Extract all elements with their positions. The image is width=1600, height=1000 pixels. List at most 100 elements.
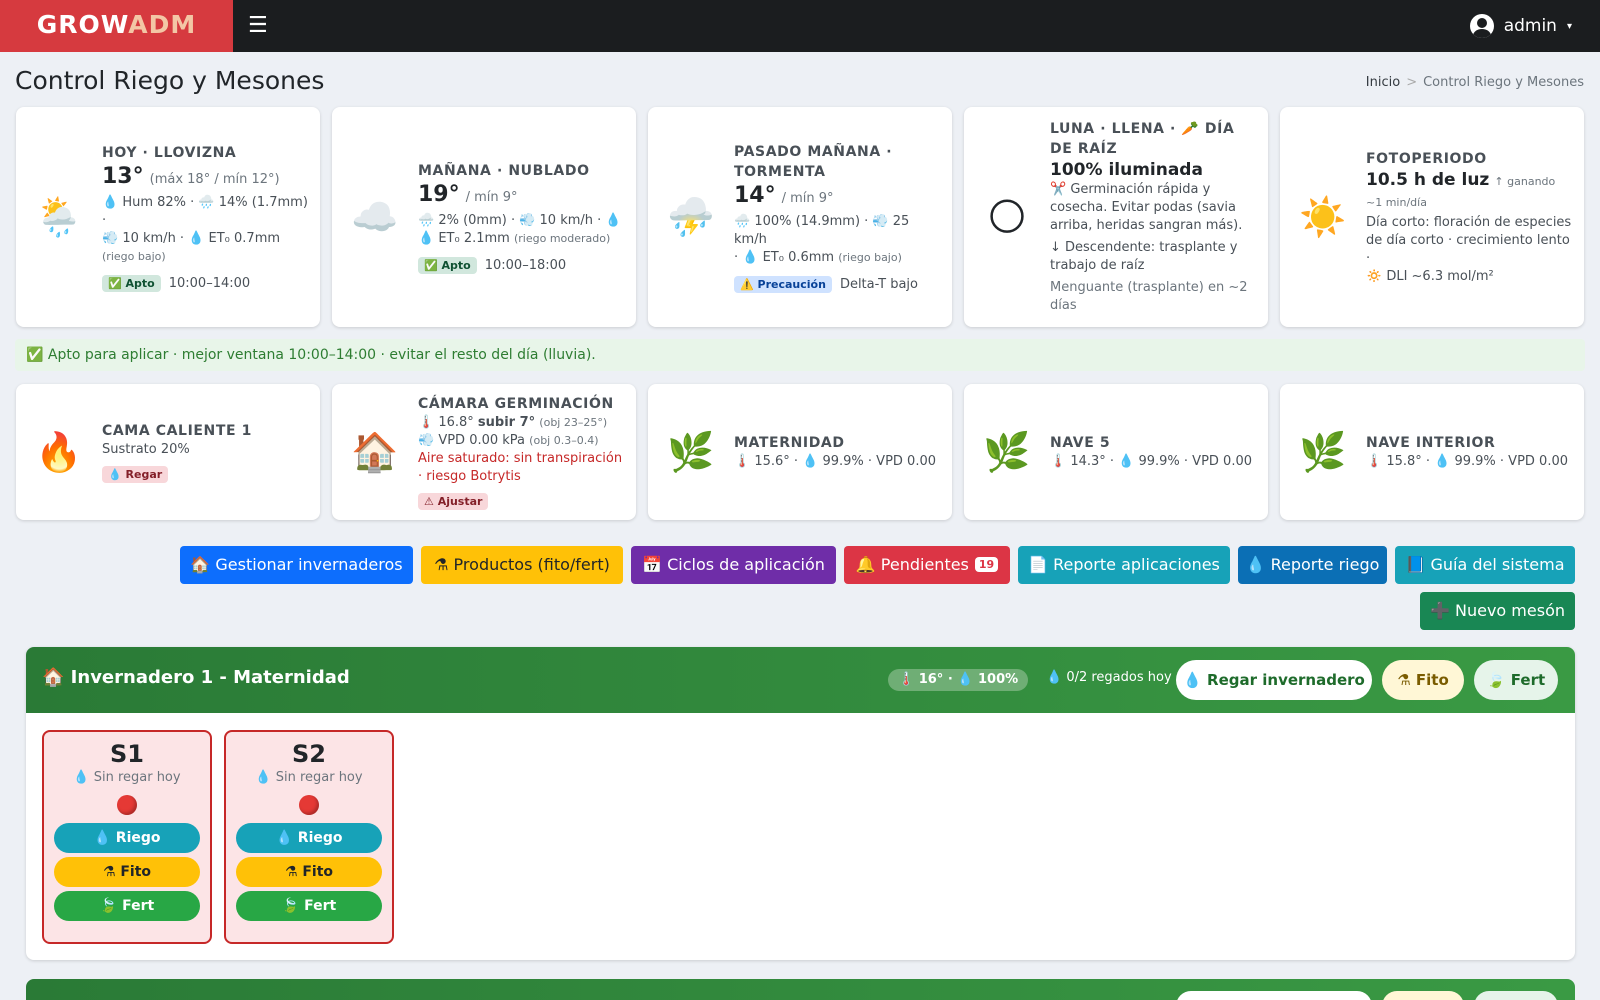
env-card-nave-interior: 🌿 NAVE INTERIOR 🌡️ 15.8° · 💧 99.9% · VPD… xyxy=(1280,384,1584,520)
reporte-aplicaciones-button[interactable]: 📄 Reporte aplicaciones xyxy=(1018,546,1230,584)
moon-line2: ↓ Descendente: trasplante y trabajo de r… xyxy=(1050,240,1238,273)
env-line: Sustrato 20% xyxy=(102,442,190,457)
weather-window: 10:00–18:00 xyxy=(484,257,567,273)
weather-card-tomorrow: ☁️ MAÑANA · NUBLADO 19° / mín 9° 🌧️ 2% (0… xyxy=(332,107,636,327)
chevron-down-icon: ▾ xyxy=(1566,20,1572,32)
weather-line1: 🌧️ 2% (0mm) · 💨 10 km/h · 💧 xyxy=(418,212,622,228)
bed-riego-button[interactable]: 💧 Riego xyxy=(54,823,200,853)
leaf-icon: 🌿 xyxy=(1299,429,1347,474)
regar-invernadero-button[interactable]: 💧 Regar invernadero xyxy=(1176,660,1372,700)
weather-card-day-after: ⛈️ PASADO MAÑANA · TORMENTA 14° / mín 9° … xyxy=(648,107,952,327)
application-alert: ✅ Apto para aplicar · mejor ventana 10:0… xyxy=(15,339,1585,371)
weather-note: (riego moderado) xyxy=(513,231,611,245)
bed-status: 💧 Sin regar hoy xyxy=(255,770,363,785)
pendientes-button[interactable]: 🔔 Pendientes 19 xyxy=(844,546,1010,584)
bed-fito-button[interactable]: ⚗ Fito xyxy=(54,857,200,887)
greenhouse-panel: 🏠 Invernadero 1 - Maternidad 🌡️ 16° · 💧 … xyxy=(26,647,1575,960)
moon-line1: ✂️ Germinación rápida y cosecha. Evitar … xyxy=(1050,182,1243,233)
greenhouse-env-pill: 🌡️ 16° · 💧 100% xyxy=(888,669,1029,691)
user-menu[interactable]: admin ▾ xyxy=(1469,13,1572,39)
hamburger-menu-icon[interactable]: ☰ xyxy=(248,13,270,39)
weather-window: Delta-T bajo xyxy=(839,276,918,292)
weather-line1: 💧 Hum 82% · 🌧️ 14% (1.7mm) · xyxy=(102,194,308,228)
top-navbar: GROWADM ☰ admin ▾ xyxy=(0,0,1600,52)
bed-fert-button[interactable]: 🍃 Fert xyxy=(236,891,382,921)
full-moon-icon: 🌕 xyxy=(987,195,1027,239)
env-temp: 🌡️ 16.8° xyxy=(418,415,474,430)
fire-icon: 🔥 xyxy=(35,429,83,474)
breadcrumb-home[interactable]: Inicio xyxy=(1366,75,1400,90)
productos-button[interactable]: ⚗ Productos (fito/fert) xyxy=(421,546,623,584)
env-vpd-target: (obj 0.3–0.4) xyxy=(529,434,599,447)
weather-note: (riego bajo) xyxy=(102,249,166,263)
greenhouse-fito-button[interactable]: ⚗ Fito xyxy=(1382,660,1464,700)
ajustar-badge: ⚠ Ajustar xyxy=(418,493,489,510)
guia-sistema-button[interactable]: 📘 Guía del sistema xyxy=(1395,546,1575,584)
env-label: NAVE 5 xyxy=(1050,435,1111,451)
gestionar-invernaderos-button[interactable]: 🏠 Gestionar invernaderos xyxy=(180,546,413,584)
drizzle-icon: 🌦️ xyxy=(35,194,83,239)
bed-card-s2: S2 💧 Sin regar hoy 💧 Riego ⚗ Fito 🍃 Fert xyxy=(224,730,394,944)
red-status-dot-icon xyxy=(117,795,137,815)
weather-line2: · 💧 ET₀ 0.6mm xyxy=(734,249,835,265)
breadcrumb-separator: > xyxy=(1406,75,1418,90)
env-line: 🌡️ 14.3° · 💧 99.9% · VPD 0.00 xyxy=(1050,454,1252,469)
bed-fert-button[interactable]: 🍃 Fert xyxy=(54,891,200,921)
pendientes-label: 🔔 Pendientes xyxy=(855,555,969,574)
fert-button-2[interactable] xyxy=(1474,991,1558,1000)
env-card-nave-5: 🌿 NAVE 5 🌡️ 14.3° · 💧 99.9% · VPD 0.00 xyxy=(964,384,1268,520)
cloud-icon: ☁️ xyxy=(351,194,399,239)
weather-label: HOY · LLOVIZNA xyxy=(102,144,237,161)
env-temp-target: (obj 23–25°) xyxy=(539,416,608,429)
weather-label: MAÑANA · NUBLADO xyxy=(418,162,590,179)
regados-count: 💧 0/2 regados hoy xyxy=(1046,670,1172,685)
env-card-camara-germinacion: 🏠 CÁMARA GERMINACIÓN 🌡️ 16.8° subir 7° (… xyxy=(332,384,636,520)
greenhouse-fert-button[interactable]: 🍃 Fert xyxy=(1474,660,1558,700)
photoperiod-line1: Día corto: floración de especies de día … xyxy=(1366,214,1572,266)
greenhouse-title: 🏠 Invernadero 1 - Maternidad xyxy=(42,667,350,688)
apto-badge: ✅ Apto xyxy=(418,256,477,274)
brand-part2: ADM xyxy=(128,10,197,39)
precaucion-badge: ⚠️ Precaución xyxy=(734,275,832,293)
reporte-riego-button[interactable]: 💧 Reporte riego xyxy=(1238,546,1387,584)
pendientes-count-badge: 19 xyxy=(974,557,999,572)
nuevo-meson-button[interactable]: ➕ Nuevo mesón xyxy=(1420,592,1575,630)
photoperiod-card: ☀️ FOTOPERIODO 10.5 h de luz ↑ ganando ~… xyxy=(1280,107,1584,327)
brand-logo[interactable]: GROWADM xyxy=(0,0,233,52)
storm-icon: ⛈️ xyxy=(667,194,715,239)
leaf-icon: 🌿 xyxy=(983,429,1031,474)
bed-fito-button[interactable]: ⚗ Fito xyxy=(236,857,382,887)
bed-riego-button[interactable]: 💧 Riego xyxy=(236,823,382,853)
page-title: Control Riego y Mesones xyxy=(15,66,325,95)
env-label: NAVE INTERIOR xyxy=(1366,435,1496,451)
env-line: 🌡️ 15.6° · 💧 99.9% · VPD 0.00 xyxy=(734,454,936,469)
bed-status: 💧 Sin regar hoy xyxy=(73,770,181,785)
regar-invernadero-button-2[interactable] xyxy=(1176,991,1372,1000)
weather-line2: 💧 ET₀ 2.1mm xyxy=(418,230,510,246)
breadcrumb: Inicio > Control Riego y Mesones xyxy=(1366,75,1584,90)
weather-range: / mín 9° xyxy=(465,189,518,205)
bed-card-s1: S1 💧 Sin regar hoy 💧 Riego ⚗ Fito 🍃 Fert xyxy=(42,730,212,944)
ciclos-aplicacion-button[interactable]: 📅 Ciclos de aplicación xyxy=(631,546,836,584)
photoperiod-label: FOTOPERIODO xyxy=(1366,150,1487,167)
weather-card-today: 🌦️ HOY · LLOVIZNA 13° (máx 18° / mín 12°)… xyxy=(16,107,320,327)
fito-button-2[interactable] xyxy=(1382,991,1464,1000)
apto-badge: ✅ Apto xyxy=(102,274,161,292)
leaf-icon: 🌿 xyxy=(667,429,715,474)
moon-line3: Menguante (trasplante) en ~2 días xyxy=(1050,280,1248,313)
greenhouse-header: 🏠 Invernadero 1 - Maternidad 🌡️ 16° · 💧 … xyxy=(26,647,1575,713)
moon-card: 🌕 LUNA · LLENA · 🥕 DÍA DE RAÍZ 100% ilum… xyxy=(964,107,1268,327)
breadcrumb-current: Control Riego y Mesones xyxy=(1423,75,1584,90)
weather-window: 10:00–14:00 xyxy=(168,275,251,291)
greenhouse-panel-2-header xyxy=(26,979,1575,1000)
bed-name: S2 xyxy=(292,740,326,768)
weather-temp: 19° xyxy=(418,181,460,207)
moon-label: LUNA · LLENA · 🥕 DÍA DE RAÍZ xyxy=(1050,121,1235,157)
env-vpd: 💨 VPD 0.00 kPa xyxy=(418,433,526,448)
weather-range: (máx 18° / mín 12°) xyxy=(149,171,280,187)
env-label: MATERNIDAD xyxy=(734,435,845,451)
env-temp-action: subir 7° xyxy=(477,415,536,430)
env-label: CÁMARA GERMINACIÓN xyxy=(418,396,614,412)
env-card-cama-caliente: 🔥 CAMA CALIENTE 1 Sustrato 20% 💧 Regar xyxy=(16,384,320,520)
avatar-icon xyxy=(1469,14,1494,38)
